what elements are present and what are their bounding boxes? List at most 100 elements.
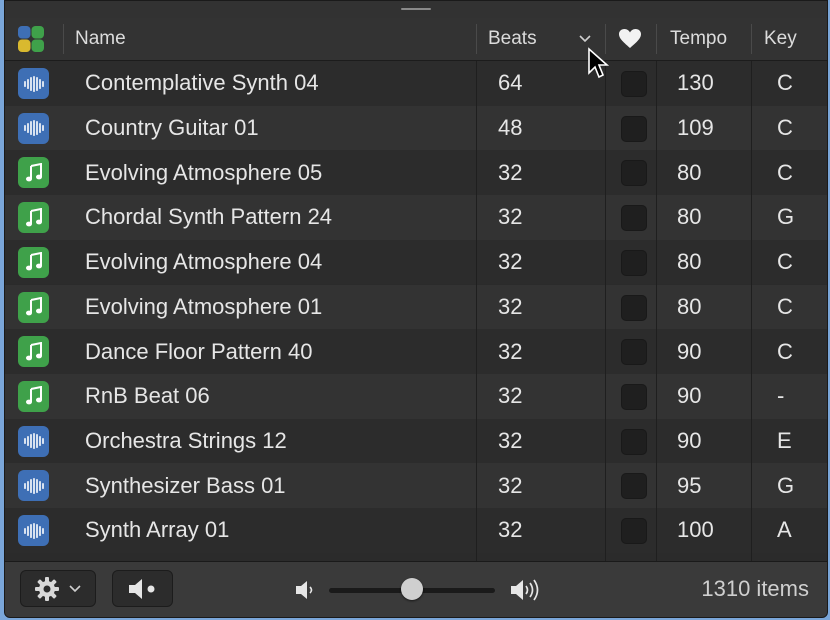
loop-beats: 64 bbox=[498, 70, 523, 96]
volume-low-button[interactable] bbox=[295, 579, 317, 606]
loop-name: Contemplative Synth 04 bbox=[85, 70, 319, 96]
loop-tempo: 80 bbox=[677, 293, 702, 319]
table-row[interactable]: Synth Array 01 32 100 A bbox=[5, 508, 827, 553]
loop-name: Dance Floor Pattern 40 bbox=[85, 338, 313, 364]
volume-slider-knob[interactable] bbox=[401, 578, 423, 600]
column-header: Name Beats Tempo Key bbox=[5, 18, 827, 61]
loop-key: C bbox=[777, 338, 793, 364]
loop-tempo: 80 bbox=[677, 204, 702, 230]
loop-beats: 32 bbox=[498, 249, 523, 275]
waveform-icon bbox=[23, 522, 44, 539]
audio-loop-icon bbox=[18, 470, 49, 502]
loop-name: Evolving Atmosphere 05 bbox=[85, 159, 323, 185]
loop-beats: 32 bbox=[498, 383, 523, 409]
music-note-icon bbox=[25, 162, 42, 182]
speaker-low-icon bbox=[296, 581, 313, 599]
favorite-checkbox[interactable] bbox=[621, 160, 647, 187]
loop-key: G bbox=[777, 472, 795, 498]
music-note-icon bbox=[25, 386, 42, 405]
four-color-grid-icon bbox=[18, 26, 44, 52]
key-column-header[interactable]: Key bbox=[764, 18, 797, 60]
loop-name: Synth Array 01 bbox=[85, 517, 230, 543]
mouse-pointer-icon bbox=[588, 47, 610, 79]
loop-name: Synthesizer Bass 01 bbox=[85, 472, 286, 498]
audio-loop-icon bbox=[18, 112, 49, 144]
loop-key: C bbox=[777, 115, 793, 141]
loop-tempo: 100 bbox=[677, 517, 714, 543]
loop-key: A bbox=[777, 517, 792, 543]
loop-beats: 32 bbox=[498, 427, 523, 453]
favorite-checkbox[interactable] bbox=[621, 428, 647, 455]
favorite-checkbox[interactable] bbox=[621, 473, 647, 500]
beats-column-header[interactable]: Beats bbox=[488, 18, 537, 60]
table-row[interactable]: Country Guitar 01 48 109 C bbox=[5, 105, 827, 151]
midi-loop-icon bbox=[18, 336, 49, 368]
item-count: 1310 items bbox=[701, 576, 809, 601]
loop-tempo: 90 bbox=[677, 383, 702, 409]
table-row[interactable]: RnB Beat 06 32 90 - bbox=[5, 373, 827, 419]
midi-loop-icon bbox=[18, 202, 49, 234]
preview-volume-button[interactable] bbox=[112, 570, 173, 607]
loop-key: - bbox=[777, 383, 785, 409]
favorite-checkbox[interactable] bbox=[621, 115, 647, 142]
favorite-checkbox[interactable] bbox=[621, 339, 647, 366]
loop-name: RnB Beat 06 bbox=[85, 383, 210, 409]
loop-name: Chordal Synth Pattern 24 bbox=[85, 204, 333, 230]
table-row[interactable]: Orchestra Strings 12 32 90 E bbox=[5, 418, 827, 464]
volume-high-button[interactable] bbox=[510, 577, 544, 608]
loop-tempo: 90 bbox=[677, 338, 702, 364]
settings-menu-button[interactable] bbox=[20, 570, 96, 607]
music-note-icon bbox=[25, 252, 42, 271]
audio-loop-icon bbox=[18, 68, 49, 99]
midi-loop-icon bbox=[18, 380, 49, 412]
favorite-checkbox[interactable] bbox=[621, 205, 647, 232]
loop-tempo: 90 bbox=[677, 427, 702, 453]
waveform-icon bbox=[23, 75, 44, 92]
favorite-checkbox[interactable] bbox=[621, 294, 647, 321]
music-note-icon bbox=[25, 341, 42, 361]
category-header[interactable] bbox=[17, 18, 49, 60]
gear-icon bbox=[35, 576, 59, 601]
loop-beats: 32 bbox=[498, 293, 523, 319]
midi-loop-icon bbox=[18, 291, 49, 323]
table-row[interactable]: Dance Floor Pattern 40 32 90 C bbox=[5, 329, 827, 374]
favorite-checkbox[interactable] bbox=[621, 383, 647, 410]
table-row[interactable]: Evolving Atmosphere 01 32 80 C bbox=[5, 284, 827, 330]
loop-tempo: 80 bbox=[677, 159, 702, 185]
table-row[interactable]: Chordal Synth Pattern 24 32 80 G bbox=[5, 195, 827, 240]
loop-tempo: 109 bbox=[677, 115, 714, 141]
speaker-dot-icon bbox=[128, 578, 154, 599]
resize-grip[interactable] bbox=[5, 1, 827, 18]
table-row[interactable]: Evolving Atmosphere 05 32 80 C bbox=[5, 150, 827, 196]
chevron-down-icon bbox=[69, 584, 81, 592]
loop-beats: 32 bbox=[498, 517, 523, 543]
favorite-checkbox[interactable] bbox=[621, 71, 647, 97]
favorite-column-header[interactable] bbox=[618, 18, 642, 60]
table-row[interactable]: Synthesizer Bass 01 32 95 G bbox=[5, 463, 827, 508]
favorite-checkbox[interactable] bbox=[621, 249, 647, 276]
waveform-icon bbox=[23, 433, 44, 450]
loop-tempo: 95 bbox=[677, 472, 702, 498]
loop-name: Evolving Atmosphere 04 bbox=[85, 249, 323, 275]
waveform-icon bbox=[23, 477, 44, 494]
loop-browser-window: Name Beats Tempo Key Contemplative Synth… bbox=[4, 0, 828, 618]
audio-loop-icon bbox=[18, 425, 49, 457]
waveform-icon bbox=[23, 120, 44, 137]
grip-handle[interactable] bbox=[401, 8, 431, 10]
name-column-header[interactable]: Name bbox=[75, 18, 126, 60]
audio-loop-icon bbox=[18, 515, 49, 546]
chevron-down-icon bbox=[579, 35, 591, 43]
loop-beats: 32 bbox=[498, 472, 523, 498]
loop-name: Evolving Atmosphere 01 bbox=[85, 293, 323, 319]
loop-key: C bbox=[777, 159, 793, 185]
footer-bar: 1310 items bbox=[5, 561, 827, 617]
favorite-checkbox[interactable] bbox=[621, 518, 647, 544]
loop-key: E bbox=[777, 427, 792, 453]
loop-beats: 48 bbox=[498, 115, 523, 141]
loop-name: Orchestra Strings 12 bbox=[85, 427, 287, 453]
music-note-icon bbox=[25, 207, 42, 226]
table-row[interactable]: Evolving Atmosphere 04 32 80 C bbox=[5, 239, 827, 285]
tempo-column-header[interactable]: Tempo bbox=[670, 18, 727, 60]
loop-name: Country Guitar 01 bbox=[85, 115, 259, 141]
table-row[interactable]: Contemplative Synth 04 64 130 C bbox=[5, 61, 827, 106]
